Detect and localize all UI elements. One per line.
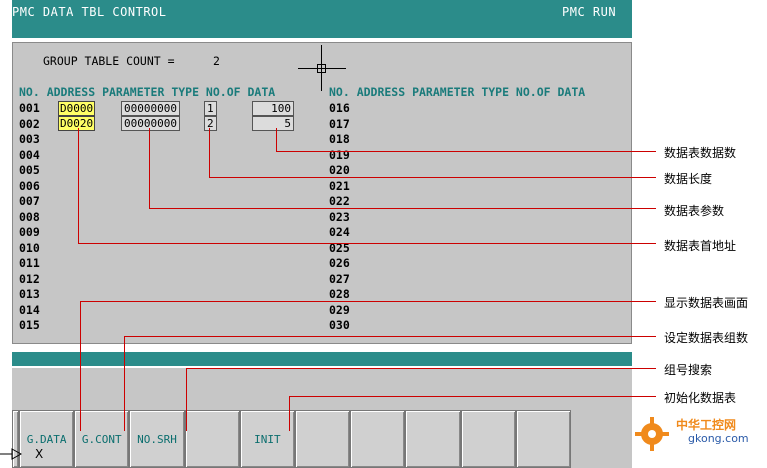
softkey-blank[interactable] xyxy=(350,410,406,468)
setgroups-leader xyxy=(124,336,656,337)
right-row-number: 021 xyxy=(329,178,350,193)
left-row-number: 012 xyxy=(19,271,40,286)
count-cell-2[interactable]: 5 xyxy=(252,116,294,131)
run-status: PMC RUN xyxy=(562,5,617,19)
right-row-number: 024 xyxy=(329,225,350,239)
address-annotation: 数据表首地址 xyxy=(664,239,737,253)
softkey-g-cont[interactable]: G.CONT xyxy=(74,410,130,468)
length-annotation: 数据长度 xyxy=(664,172,713,186)
left-row-number: 006 xyxy=(19,178,40,193)
parameter-cell-2[interactable]: 00000000 xyxy=(121,116,180,131)
softkey-no-srh[interactable]: NO.SRH xyxy=(129,410,185,468)
input-bar[interactable] xyxy=(12,352,632,366)
right-row-number: 029 xyxy=(329,302,350,317)
params-leader xyxy=(149,208,656,209)
cnc-screen: PMC DATA TBL CONTROL PMC RUN GROUP TABLE… xyxy=(12,0,632,468)
count-leader-v xyxy=(276,128,277,151)
setgroups-annotation: 设定数据表组数 xyxy=(664,331,749,345)
screen-title: PMC DATA TBL CONTROL xyxy=(12,5,167,19)
watermark-url: gkong.com xyxy=(688,432,749,445)
length-leader-v xyxy=(209,128,210,177)
params-leader-v xyxy=(149,128,150,208)
right-header: NO. ADDRESS PARAMETER TYPE NO.OF DATA xyxy=(329,85,586,99)
right-row-number: 028 xyxy=(329,287,350,301)
right-row-number: 022 xyxy=(329,194,350,208)
type-cell-1[interactable]: 1 xyxy=(204,101,217,116)
address-cell-1[interactable]: D0000 xyxy=(58,101,96,116)
search-leader-v xyxy=(186,368,187,431)
count-leader xyxy=(276,151,656,152)
type-cell-2[interactable]: 2 xyxy=(204,116,217,131)
softkey-blank[interactable] xyxy=(460,410,516,468)
gear-icon xyxy=(635,417,669,451)
count-cell-1[interactable]: 100 xyxy=(252,101,294,116)
address-cell-2[interactable]: D0020 xyxy=(58,116,96,131)
show-leader-v xyxy=(80,301,81,431)
softkey-init[interactable]: INIT xyxy=(239,410,295,468)
softkey-blank[interactable] xyxy=(405,410,461,468)
search-annotation: 组号搜索 xyxy=(664,363,713,377)
left-row-number: 005 xyxy=(19,163,40,177)
right-row-number: 023 xyxy=(329,209,350,224)
left-row-number: 004 xyxy=(19,147,40,162)
softkey-blank[interactable] xyxy=(515,410,571,468)
left-row-number: 014 xyxy=(19,302,40,317)
data-table-panel: GROUP TABLE COUNT = 2 NO. ADDRESS PARAME… xyxy=(12,42,632,344)
left-row-number: 011 xyxy=(19,256,40,270)
group-count-value: 2 xyxy=(213,54,220,68)
search-leader xyxy=(186,368,656,369)
cursor-label: X xyxy=(35,447,44,461)
right-row-number: 030 xyxy=(329,318,350,332)
right-row-number: 016 xyxy=(329,101,350,115)
right-row-number: 020 xyxy=(329,163,350,177)
left-row-number: 015 xyxy=(19,318,40,332)
crosshair-box xyxy=(317,64,326,73)
parameter-cell-1[interactable]: 00000000 xyxy=(121,101,180,116)
right-row-number: 017 xyxy=(329,116,350,131)
right-row-number: 019 xyxy=(329,147,350,162)
left-row-number: 002 xyxy=(19,116,40,131)
softkey-g-data[interactable]: G.DATA xyxy=(19,410,75,468)
left-row-number: 009 xyxy=(19,225,40,239)
show-annotation: 显示数据表画面 xyxy=(664,296,749,310)
watermark: 中华工控网 gkong.com xyxy=(632,410,762,460)
group-count-label: GROUP TABLE COUNT = xyxy=(43,54,175,68)
init-leader-v xyxy=(289,396,290,431)
softkey-blank[interactable] xyxy=(184,410,240,468)
right-row-number: 027 xyxy=(329,271,350,286)
left-row-number: 010 xyxy=(19,240,40,255)
left-row-number: 008 xyxy=(19,209,40,224)
address-leader xyxy=(78,243,656,244)
params-annotation: 数据表参数 xyxy=(664,204,725,218)
left-row-number: 001 xyxy=(19,101,40,115)
setgroups-leader-v xyxy=(124,336,125,431)
left-row-number: 003 xyxy=(19,132,40,146)
right-row-number: 026 xyxy=(329,256,350,270)
right-row-number: 018 xyxy=(329,132,350,146)
address-leader-v xyxy=(78,128,79,243)
left-header: NO. ADDRESS PARAMETER TYPE NO.OF DATA xyxy=(19,85,276,99)
left-row-number: 013 xyxy=(19,287,40,301)
init-annotation: 初始化数据表 xyxy=(664,391,737,405)
count-annotation: 数据表数据数 xyxy=(664,146,737,160)
title-bar: PMC DATA TBL CONTROL PMC RUN xyxy=(12,0,632,38)
show-leader xyxy=(80,301,656,302)
cursor-arrow-icon xyxy=(0,446,23,460)
length-leader xyxy=(209,177,656,178)
watermark-name: 中华工控网 xyxy=(676,418,737,432)
softkey-blank[interactable] xyxy=(295,410,351,468)
init-leader xyxy=(289,396,656,397)
left-row-number: 007 xyxy=(19,194,40,208)
